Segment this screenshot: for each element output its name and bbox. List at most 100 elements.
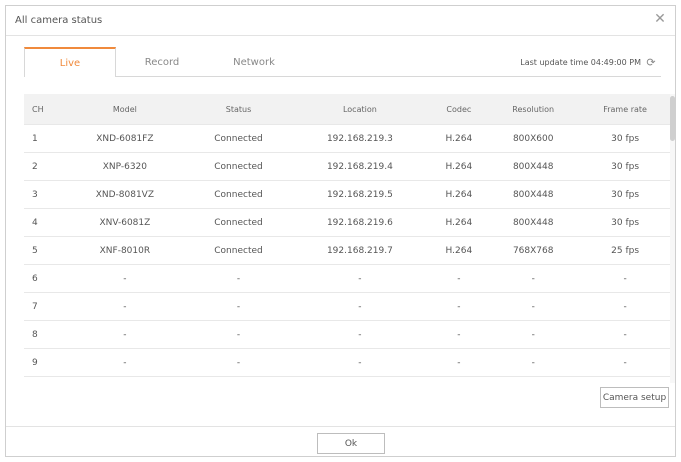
cell-model: XNP-6320	[63, 152, 187, 181]
header-resolution: Resolution	[488, 94, 579, 125]
table-header-row: CH Model Status Location Codec Resolutio…	[24, 94, 672, 125]
cell-codec: -	[429, 264, 489, 293]
refresh-icon[interactable]: ⟳	[645, 56, 657, 69]
cell-location: 192.168.219.4	[290, 152, 430, 181]
cell-model: -	[63, 264, 187, 293]
table-row[interactable]: 3 XND-8081VZ Connected 192.168.219.5 H.2…	[24, 180, 672, 209]
cell-frame-rate: 30 fps	[578, 208, 672, 237]
cell-resolution: 800X448	[488, 208, 579, 237]
cell-location: -	[290, 376, 430, 383]
cell-location: -	[290, 320, 430, 349]
cell-location: 192.168.219.6	[290, 208, 430, 237]
last-update-label: Last update time 04:49:00 PM	[520, 57, 641, 67]
cell-status: Connected	[186, 124, 291, 153]
cell-model: -	[63, 348, 187, 377]
cell-ch: 3	[24, 180, 63, 209]
header-location: Location	[290, 94, 430, 125]
cell-location: 192.168.219.5	[290, 180, 430, 209]
table-row[interactable]: 1 XND-6081FZ Connected 192.168.219.3 H.2…	[24, 124, 672, 153]
cell-resolution: 768X768	[488, 236, 579, 265]
camera-setup-button[interactable]: Camera setup	[600, 387, 669, 408]
cell-resolution: -	[488, 292, 579, 321]
cell-resolution: -	[488, 376, 579, 383]
table-row[interactable]: 7 - - - - - -	[24, 292, 672, 321]
cell-model: XNF-8010R	[63, 236, 187, 265]
tab-bar: Live Record Network	[24, 47, 300, 77]
table-row[interactable]: 8 - - - - - -	[24, 320, 672, 349]
table-row[interactable]: 4 XNV-6081Z Connected 192.168.219.6 H.26…	[24, 208, 672, 237]
cell-ch: 1	[24, 124, 63, 153]
cell-ch: 5	[24, 236, 63, 265]
cell-ch: 4	[24, 208, 63, 237]
table-row[interactable]: 5 XNF-8010R Connected 192.168.219.7 H.26…	[24, 236, 672, 265]
cell-codec: -	[429, 292, 489, 321]
cell-resolution: 800X448	[488, 180, 579, 209]
cell-frame-rate: -	[578, 348, 672, 377]
camera-table: CH Model Status Location Codec Resolutio…	[24, 94, 675, 383]
cell-frame-rate: -	[578, 264, 672, 293]
cell-codec: H.264	[429, 124, 489, 153]
cell-frame-rate: -	[578, 320, 672, 349]
cell-model: XNV-6081Z	[63, 208, 187, 237]
cell-frame-rate: -	[578, 376, 672, 383]
cell-location: -	[290, 292, 430, 321]
cell-codec: H.264	[429, 208, 489, 237]
header-codec: Codec	[429, 94, 489, 125]
divider	[6, 35, 675, 36]
tab-underline	[116, 76, 661, 77]
cell-codec: H.264	[429, 236, 489, 265]
cell-ch: 2	[24, 152, 63, 181]
cell-resolution: -	[488, 320, 579, 349]
table-row[interactable]: 9 - - - - - -	[24, 348, 672, 377]
cell-model: XND-8081VZ	[63, 180, 187, 209]
tab-network[interactable]: Network	[208, 47, 300, 77]
close-icon[interactable]: ✕	[653, 12, 667, 26]
cell-resolution: 800X448	[488, 152, 579, 181]
header-ch: CH	[24, 94, 63, 125]
dialog-title: All camera status	[15, 15, 103, 26]
cell-frame-rate: 30 fps	[578, 124, 672, 153]
table-row[interactable]: 6 - - - - - -	[24, 264, 672, 293]
cell-frame-rate: -	[578, 292, 672, 321]
cell-status: -	[186, 376, 291, 383]
cell-ch: 10	[24, 376, 63, 383]
cell-frame-rate: 25 fps	[578, 236, 672, 265]
cell-status: -	[186, 320, 291, 349]
cell-codec: -	[429, 348, 489, 377]
cell-codec: H.264	[429, 152, 489, 181]
header-status: Status	[186, 94, 291, 125]
cell-model: XND-6081FZ	[63, 124, 187, 153]
cell-status: Connected	[186, 152, 291, 181]
cell-codec: -	[429, 376, 489, 383]
ok-button[interactable]: Ok	[317, 433, 385, 454]
cell-location: 192.168.219.7	[290, 236, 430, 265]
header-model: Model	[63, 94, 187, 125]
last-update: Last update time 04:49:00 PM ⟳	[520, 56, 657, 69]
cell-resolution: -	[488, 348, 579, 377]
cell-model: -	[63, 376, 187, 383]
tab-record[interactable]: Record	[116, 47, 208, 77]
cell-status: -	[186, 292, 291, 321]
cell-status: Connected	[186, 236, 291, 265]
cell-status: Connected	[186, 180, 291, 209]
camera-status-dialog: All camera status ✕ Live Record Network …	[5, 5, 676, 457]
cell-model: -	[63, 320, 187, 349]
header-frame-rate: Frame rate	[578, 94, 672, 125]
footer-divider	[6, 426, 675, 427]
cell-status: -	[186, 348, 291, 377]
cell-resolution: -	[488, 264, 579, 293]
tab-live[interactable]: Live	[24, 47, 116, 77]
cell-frame-rate: 30 fps	[578, 180, 672, 209]
cell-ch: 6	[24, 264, 63, 293]
scrollbar-thumb[interactable]	[670, 96, 675, 141]
table-row[interactable]: 10 - - - - - -	[24, 376, 672, 383]
cell-codec: H.264	[429, 180, 489, 209]
cell-status: Connected	[186, 208, 291, 237]
cell-location: 192.168.219.3	[290, 124, 430, 153]
cell-location: -	[290, 264, 430, 293]
cell-ch: 9	[24, 348, 63, 377]
cell-frame-rate: 30 fps	[578, 152, 672, 181]
table-row[interactable]: 2 XNP-6320 Connected 192.168.219.4 H.264…	[24, 152, 672, 181]
cell-ch: 7	[24, 292, 63, 321]
cell-model: -	[63, 292, 187, 321]
